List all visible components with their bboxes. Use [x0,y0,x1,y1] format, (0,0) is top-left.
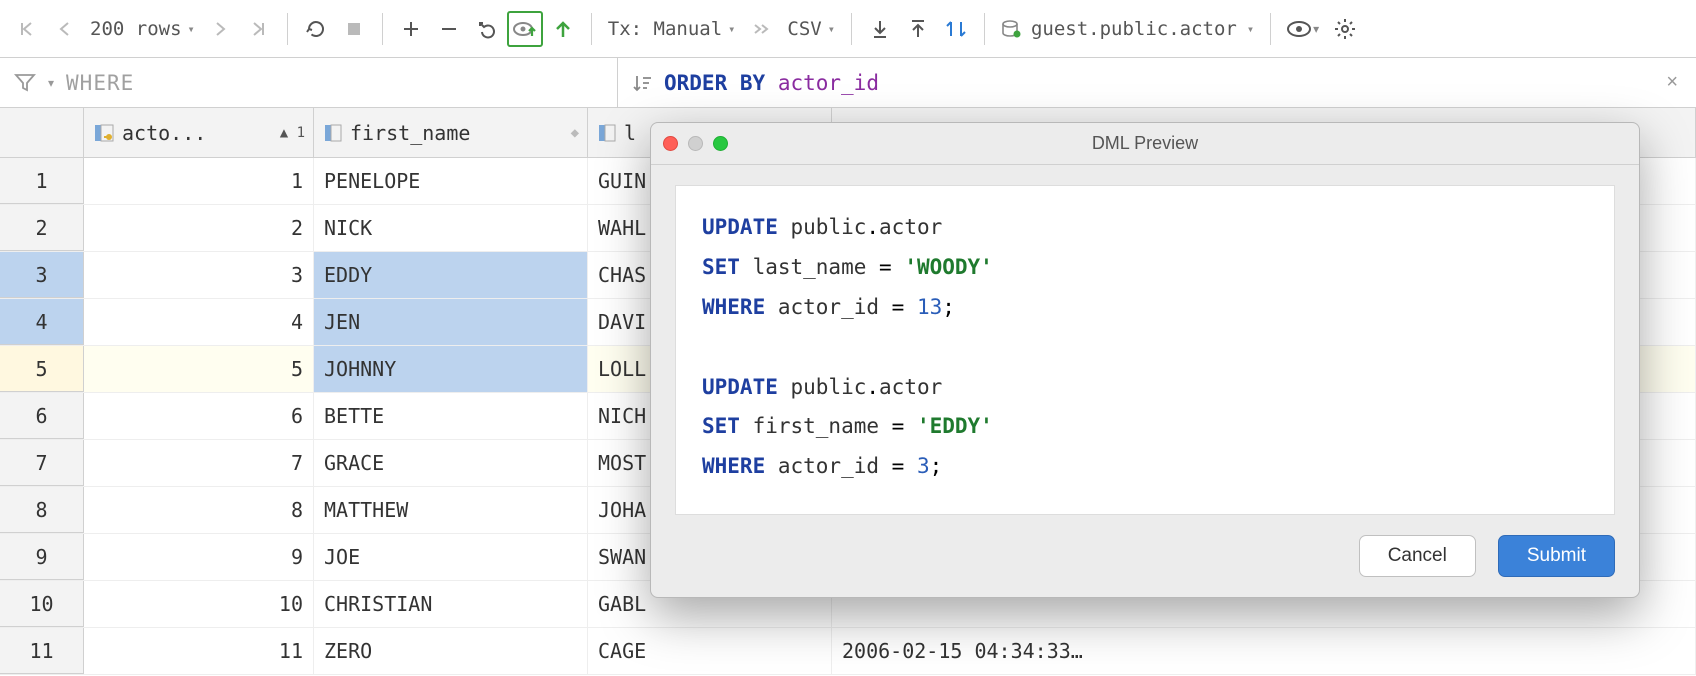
cell-first-name[interactable]: BETTE [314,393,588,439]
cell-actor-id[interactable]: 9 [84,534,314,580]
dml-preview-dialog: DML Preview UPDATE public.actor SET last… [650,122,1640,598]
cell-last-name[interactable]: CAGE [588,628,832,674]
add-row-button[interactable] [393,11,429,47]
prev-page-button[interactable] [46,11,82,47]
stop-button[interactable] [336,11,372,47]
cancel-button[interactable]: Cancel [1359,535,1476,577]
sql-preview: UPDATE public.actor SET last_name = 'WOO… [675,185,1615,515]
row-number: 3 [0,252,84,298]
preview-changes-button[interactable] [507,11,543,47]
column-icon [324,124,342,142]
tx-mode-dropdown[interactable]: Tx: Manual ▾ [602,18,742,40]
cell-first-name[interactable]: JEN [314,299,588,345]
datasource-icon [1001,20,1021,38]
cell-first-name[interactable]: EDDY [314,252,588,298]
chevron-down-icon: ▾ [728,22,735,36]
chevron-down-icon: ▾ [188,22,195,36]
cell-actor-id[interactable]: 6 [84,393,314,439]
row-number: 1 [0,158,84,204]
cell-actor-id[interactable]: 2 [84,205,314,251]
sort-toggle-icon: ◆ [571,125,579,141]
row-number: 11 [0,628,84,674]
filter-row: ▾ WHERE ORDER BY actor_id × [0,58,1696,108]
toolbar: 200 rows ▾ Tx: Manual ▾ CSV [0,0,1696,58]
header-rownum[interactable] [0,108,84,157]
cell-first-name[interactable]: JOE [314,534,588,580]
cell-actor-id[interactable]: 1 [84,158,314,204]
clear-order-button[interactable]: × [1666,71,1678,94]
cell-first-name[interactable]: JOHNNY [314,346,588,392]
settings-button[interactable] [1327,11,1363,47]
header-actor-id[interactable]: acto... ▲ 1 [84,108,314,157]
pk-column-icon [94,124,114,142]
row-number: 4 [0,299,84,345]
first-page-button[interactable] [8,11,44,47]
datasource-label: guest.public.actor [1031,18,1237,40]
header-actor-id-label: acto... [122,121,206,145]
cell-first-name[interactable]: GRACE [314,440,588,486]
format-label: CSV [787,18,821,40]
rows-label: 200 rows [90,18,182,40]
cell-actor-id[interactable]: 4 [84,299,314,345]
tx-label: Tx: Manual [608,18,722,40]
table-row[interactable]: 1111ZEROCAGE2006-02-15 04:34:33… [0,628,1696,675]
chevron-down-icon: ▾ [828,22,835,36]
remove-row-button[interactable] [431,11,467,47]
cell-actor-id[interactable]: 3 [84,252,314,298]
cell-actor-id[interactable]: 7 [84,440,314,486]
last-page-button[interactable] [241,11,277,47]
row-number: 9 [0,534,84,580]
row-number: 8 [0,487,84,533]
cell-actor-id[interactable]: 11 [84,628,314,674]
dialog-footer: Cancel Submit [651,531,1639,597]
next-page-button[interactable] [203,11,239,47]
row-number: 7 [0,440,84,486]
cell-first-name[interactable]: ZERO [314,628,588,674]
export-format-dropdown[interactable]: CSV ▾ [781,18,841,40]
order-by-filter[interactable]: ORDER BY actor_id × [618,58,1696,107]
datasource-dropdown[interactable]: guest.public.actor ▾ [995,18,1260,40]
view-mode-button[interactable]: ▾ [1281,11,1325,47]
where-label: WHERE [66,71,134,95]
chevron-down-icon: ▾ [48,76,54,90]
chevron-down-icon: ▾ [1313,22,1319,36]
chevron-down-icon: ▾ [1247,22,1254,36]
cell-first-name[interactable]: PENELOPE [314,158,588,204]
header-first-name[interactable]: first_name ◆ [314,108,588,157]
compare-button[interactable] [938,11,974,47]
cell-actor-id[interactable]: 8 [84,487,314,533]
submit-button[interactable]: Submit [1498,535,1615,577]
more-tx-button[interactable] [743,11,779,47]
header-first-name-label: first_name [350,121,470,145]
row-number: 10 [0,581,84,627]
row-number: 2 [0,205,84,251]
where-filter[interactable]: ▾ WHERE [0,58,618,107]
reload-button[interactable] [298,11,334,47]
dialog-titlebar[interactable]: DML Preview [651,123,1639,165]
row-number: 6 [0,393,84,439]
column-icon [598,124,616,142]
revert-button[interactable] [469,11,505,47]
import-upload-button[interactable] [900,11,936,47]
cell-last-update[interactable]: 2006-02-15 04:34:33… [832,628,1696,674]
dialog-title: DML Preview [651,133,1639,154]
cell-first-name[interactable]: CHRISTIAN [314,581,588,627]
cell-actor-id[interactable]: 10 [84,581,314,627]
cell-first-name[interactable]: MATTHEW [314,487,588,533]
rows-dropdown[interactable]: 200 rows ▾ [84,18,201,40]
filter-icon [14,72,36,94]
order-by-text: ORDER BY actor_id [664,71,879,95]
row-number: 5 [0,346,84,392]
header-last-name-label: l [624,121,636,145]
sort-indicator: ▲ 1 [280,125,305,141]
cell-first-name[interactable]: NICK [314,205,588,251]
sort-icon [632,73,652,93]
cell-actor-id[interactable]: 5 [84,346,314,392]
submit-changes-button[interactable] [545,11,581,47]
export-download-button[interactable] [862,11,898,47]
